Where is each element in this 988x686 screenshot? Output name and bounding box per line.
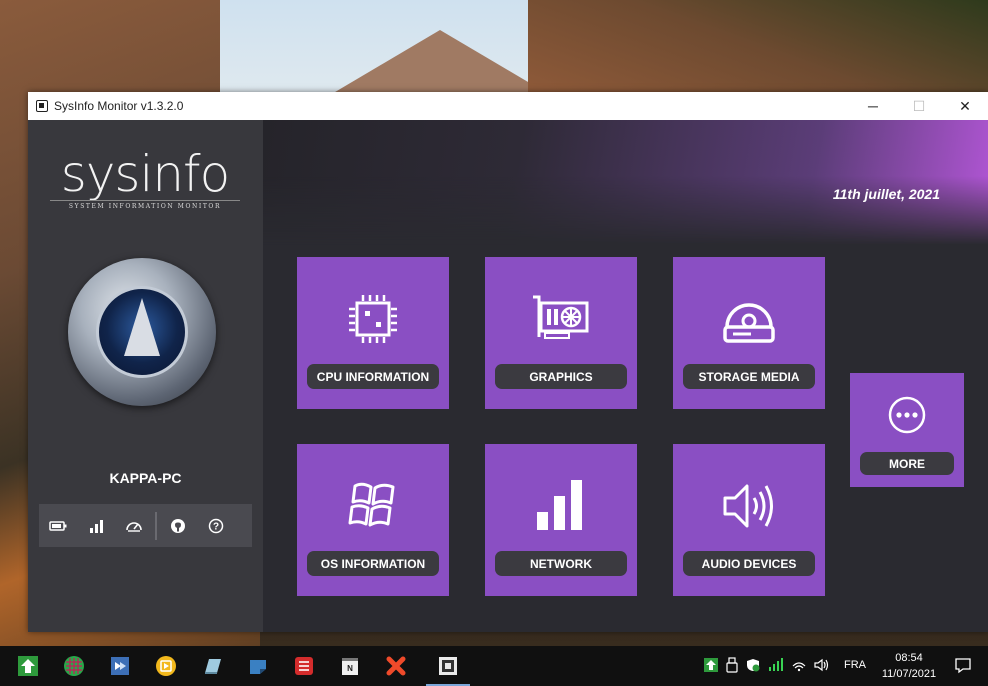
network-bars-icon bbox=[485, 474, 637, 538]
security-icon[interactable] bbox=[746, 658, 760, 675]
upload-app-icon[interactable] bbox=[14, 652, 42, 680]
maximize-button[interactable]: ☐ bbox=[896, 92, 942, 120]
app-logo-subtitle: SYSTEM INFORMATION MONITOR bbox=[50, 200, 240, 210]
minimize-button[interactable]: ─ bbox=[850, 92, 896, 120]
speedometer-icon[interactable] bbox=[115, 504, 153, 547]
sysinfo-taskbar-icon[interactable] bbox=[426, 652, 470, 686]
signal-bars-icon[interactable] bbox=[77, 504, 115, 547]
tile-graphics[interactable]: GRAPHICS bbox=[485, 257, 637, 409]
speaker-icon bbox=[673, 474, 825, 538]
media-player-icon[interactable] bbox=[152, 652, 180, 680]
notification-icon[interactable] bbox=[954, 656, 972, 679]
header-banner bbox=[263, 120, 988, 245]
tile-label: MORE bbox=[860, 452, 954, 475]
main-panel: 11th juillet, 2021 CPU INFORMATION GRAPH… bbox=[263, 120, 988, 632]
close-button[interactable]: ✕ bbox=[942, 92, 988, 120]
notes-app-icon[interactable] bbox=[198, 652, 226, 680]
tile-network[interactable]: NETWORK bbox=[485, 444, 637, 596]
sidebar: sysinfo SYSTEM INFORMATION MONITOR KAPPA… bbox=[28, 120, 263, 632]
volume-icon[interactable] bbox=[814, 658, 830, 675]
tile-label: AUDIO DEVICES bbox=[683, 551, 815, 576]
tile-audio-devices[interactable]: AUDIO DEVICES bbox=[673, 444, 825, 596]
grid-app-icon[interactable] bbox=[60, 652, 88, 680]
sticky-notes-icon[interactable] bbox=[244, 652, 272, 680]
svg-text:?: ? bbox=[213, 521, 219, 532]
cpu-icon bbox=[297, 287, 449, 351]
battery-icon[interactable] bbox=[39, 504, 77, 547]
tile-more[interactable]: MORE bbox=[850, 373, 964, 487]
battery-level-icon[interactable] bbox=[768, 657, 784, 675]
tile-label: CPU INFORMATION bbox=[307, 364, 439, 389]
x-app-icon[interactable] bbox=[382, 652, 410, 680]
hard-drive-icon bbox=[673, 287, 825, 351]
graphics-card-icon bbox=[485, 287, 637, 351]
system-clock[interactable]: 08:54 11/07/2021 bbox=[878, 650, 940, 682]
system-tray bbox=[704, 646, 830, 686]
window-title: SysInfo Monitor v1.3.2.0 bbox=[54, 99, 184, 113]
document-app-icon[interactable] bbox=[290, 652, 318, 680]
app-icon bbox=[36, 100, 48, 112]
tile-os-information[interactable]: OS INFORMATION bbox=[297, 444, 449, 596]
usb-icon[interactable] bbox=[726, 656, 738, 676]
tile-label: NETWORK bbox=[495, 551, 627, 576]
tray-upload-icon[interactable] bbox=[704, 657, 718, 675]
clock-date: 11/07/2021 bbox=[881, 668, 937, 680]
current-date: 11th juillet, 2021 bbox=[832, 186, 940, 202]
help-icon[interactable]: ? bbox=[197, 504, 235, 547]
language-indicator[interactable]: FRA bbox=[844, 659, 866, 671]
tile-storage-media[interactable]: STORAGE MEDIA bbox=[673, 257, 825, 409]
wifi-icon[interactable] bbox=[792, 658, 806, 675]
svg-text:N: N bbox=[347, 664, 353, 673]
toolbar-separator bbox=[155, 511, 157, 540]
windows-icon bbox=[297, 474, 449, 538]
tile-label: GRAPHICS bbox=[495, 364, 627, 389]
remote-desktop-icon[interactable] bbox=[106, 652, 134, 680]
tile-label: OS INFORMATION bbox=[307, 551, 439, 576]
tile-label: STORAGE MEDIA bbox=[683, 364, 815, 389]
avatar bbox=[68, 258, 216, 406]
status-toolbar: ? bbox=[39, 504, 252, 547]
app-logo: sysinfo bbox=[60, 145, 230, 203]
app-window: SysInfo Monitor v1.3.2.0 ─ ☐ ✕ sysinfo S… bbox=[28, 92, 988, 632]
more-icon bbox=[850, 395, 964, 435]
taskbar: N FRA 08:54 11/07/2021 bbox=[0, 646, 988, 686]
title-bar[interactable]: SysInfo Monitor v1.3.2.0 ─ ☐ ✕ bbox=[28, 92, 988, 120]
clock-time: 08:54 bbox=[895, 652, 923, 664]
github-icon[interactable] bbox=[159, 504, 197, 547]
pc-name: KAPPA-PC bbox=[109, 470, 182, 486]
notepad-app-icon[interactable]: N bbox=[336, 652, 364, 680]
tile-cpu-information[interactable]: CPU INFORMATION bbox=[297, 257, 449, 409]
